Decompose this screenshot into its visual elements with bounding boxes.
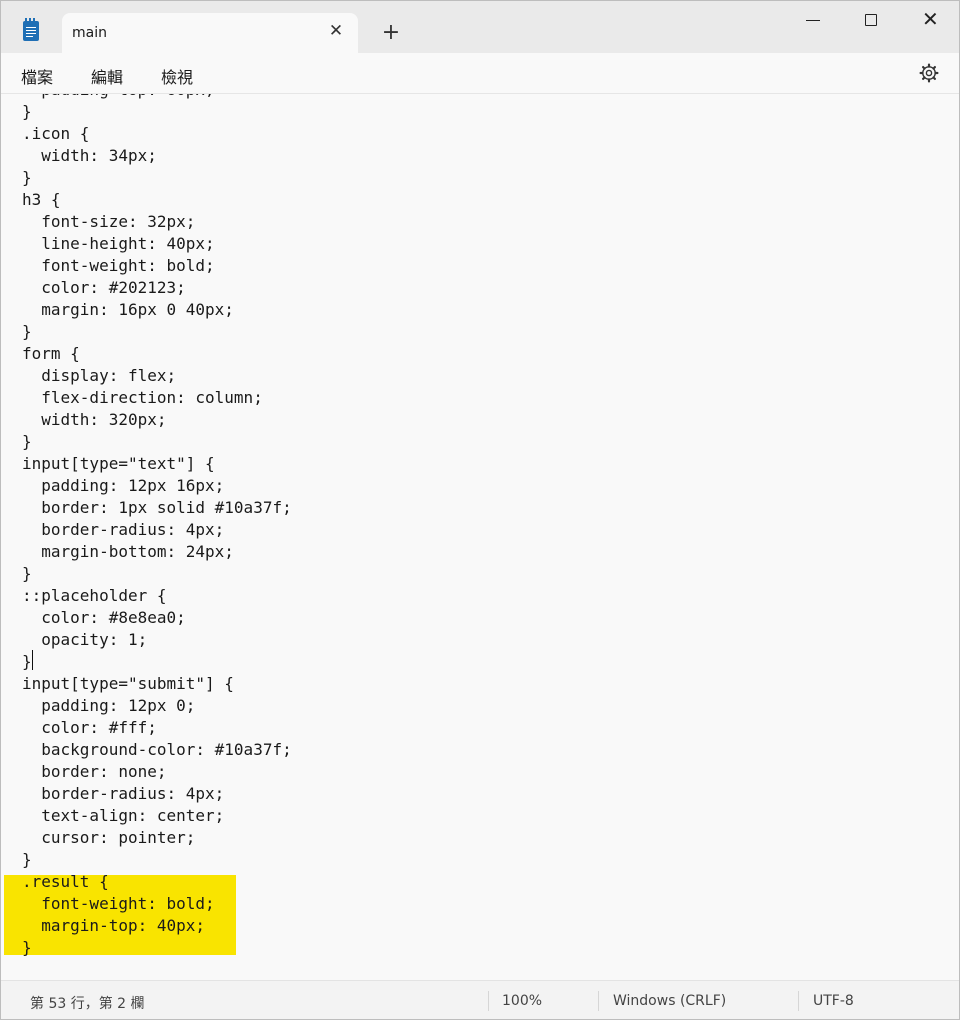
status-line-ending[interactable]: Windows (CRLF)	[613, 993, 726, 1009]
code-line: padding-top: 60px;	[22, 94, 214, 101]
code-line: font-size: 32px;	[22, 212, 196, 231]
code-line: width: 320px;	[22, 410, 167, 429]
code-line: }	[22, 102, 32, 121]
code-line: color: #8e8ea0;	[22, 608, 186, 627]
code-line: display: flex;	[22, 366, 177, 385]
code-line: cursor: pointer;	[22, 828, 196, 847]
code-line: color: #fff;	[22, 718, 157, 737]
minimize-button[interactable]	[785, 1, 843, 41]
code-line: text-align: center;	[22, 806, 225, 825]
code-line: form {	[22, 344, 80, 363]
code-line: flex-direction: column;	[22, 388, 263, 407]
code-line: line-height: 40px;	[22, 234, 215, 253]
code-line: input[type="text"] {	[22, 454, 215, 473]
close-icon: ✕	[922, 7, 939, 31]
menu-file[interactable]: 檔案	[21, 64, 53, 88]
code-line: .icon {	[22, 124, 90, 143]
code-line: h3 {	[22, 190, 61, 209]
status-zoom[interactable]: 100%	[502, 993, 542, 1009]
text-editor[interactable]: padding-top: 60px;} .icon { width: 34px;}…	[1, 94, 959, 979]
code-line: font-weight: bold;	[22, 894, 215, 913]
notepad-window: main ✕ + ✕ 檔案 編輯 檢視 padd	[0, 0, 960, 1020]
code-line: padding: 12px 0;	[22, 696, 196, 715]
new-tab-button[interactable]: +	[379, 21, 403, 45]
code-line: margin-bottom: 24px;	[22, 542, 234, 561]
code-line: background-color: #10a37f;	[22, 740, 292, 759]
tab-close-icon[interactable]: ✕	[328, 23, 344, 40]
maximize-icon	[865, 14, 877, 26]
menu-edit[interactable]: 編輯	[91, 64, 123, 88]
code-line: opacity: 1;	[22, 630, 148, 649]
menu-bar: 檔案 編輯 檢視	[1, 53, 959, 94]
title-bar[interactable]: main ✕ + ✕	[1, 1, 959, 53]
code-line: }	[22, 652, 32, 671]
notepad-app-icon	[23, 18, 39, 41]
code-line: input[type="submit"] {	[22, 674, 234, 693]
code-line: width: 34px;	[22, 146, 157, 165]
code-line: border-radius: 4px;	[22, 784, 225, 803]
maximize-button[interactable]	[842, 1, 900, 41]
code-line: }	[22, 168, 32, 187]
status-cursor-position: 第 53 行，第 2 欄	[30, 996, 145, 1012]
close-window-button[interactable]: ✕	[900, 1, 958, 41]
tab-main[interactable]: main ✕	[62, 13, 358, 53]
menu-view[interactable]: 檢視	[161, 64, 193, 88]
status-separator	[488, 991, 489, 1011]
status-encoding[interactable]: UTF-8	[813, 993, 854, 1009]
code-line: margin-top: 40px;	[22, 916, 206, 935]
code-line: }	[22, 322, 32, 341]
code-line: padding: 12px 16px;	[22, 476, 225, 495]
code-line: .result {	[22, 872, 109, 891]
code-line: font-weight: bold;	[22, 256, 215, 275]
code-line: border-radius: 4px;	[22, 520, 225, 539]
code-line: color: #202123;	[22, 278, 186, 297]
code-line: }	[22, 938, 32, 957]
text-caret	[32, 650, 33, 670]
code-line: }	[22, 850, 32, 869]
code-line: margin: 16px 0 40px;	[22, 300, 234, 319]
minimize-icon	[806, 20, 820, 21]
code-line: }	[22, 564, 32, 583]
status-separator	[598, 991, 599, 1011]
status-bar: 第 53 行，第 2 欄 100% Windows (CRLF) UTF-8	[1, 980, 959, 1019]
code-line: }	[22, 432, 32, 451]
code-line: border: none;	[22, 762, 167, 781]
code-line: border: 1px solid #10a37f;	[22, 498, 292, 517]
tab-title: main	[72, 25, 107, 41]
gear-icon[interactable]	[919, 63, 939, 83]
code-line: ::placeholder {	[22, 586, 167, 605]
status-separator	[798, 991, 799, 1011]
